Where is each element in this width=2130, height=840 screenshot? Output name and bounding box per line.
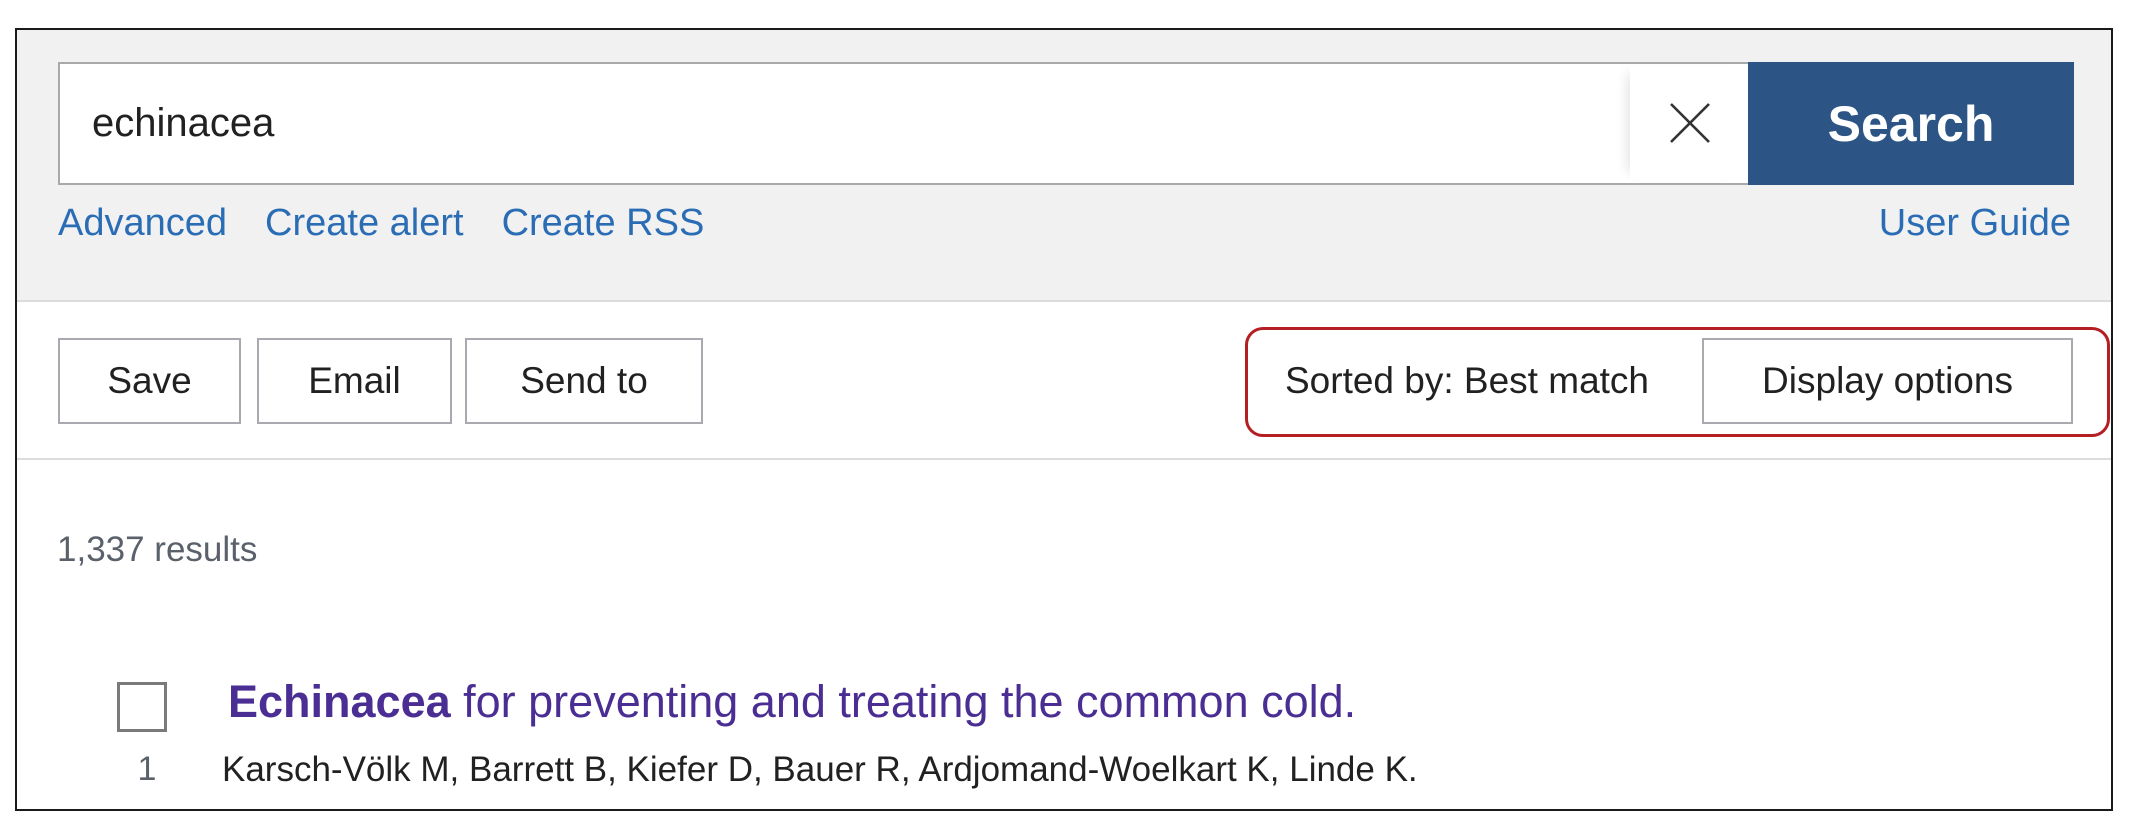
save-button[interactable]: Save (58, 338, 241, 424)
result-checkbox[interactable] (117, 682, 167, 732)
create-alert-link[interactable]: Create alert (265, 202, 464, 245)
result-title-highlight: Echinacea (228, 676, 451, 727)
search-results-page: Search Advanced Create alert Create RSS … (15, 28, 2113, 811)
send-to-button[interactable]: Send to (465, 338, 703, 424)
result-title-link[interactable]: Echinacea for preventing and treating th… (228, 676, 1356, 728)
close-icon (1670, 103, 1710, 143)
clear-search-button[interactable] (1630, 66, 1750, 180)
results-count: 1,337 results (57, 530, 258, 569)
search-box (58, 62, 1750, 185)
display-options-button[interactable]: Display options (1702, 338, 2073, 424)
result-title-text: for preventing and treating the common c… (450, 676, 1357, 727)
result-index: 1 (137, 750, 157, 788)
sort-order-label: Sorted by: Best match (1285, 360, 1650, 401)
user-guide-link[interactable]: User Guide (1879, 198, 2071, 248)
results-toolbar: Save Email Send to Sorted by: Best match… (17, 302, 2111, 460)
search-input[interactable] (60, 64, 1620, 183)
result-item: 1 Echinacea for preventing and treating … (17, 670, 2111, 809)
search-links: Advanced Create alert Create RSS (58, 198, 742, 248)
result-authors: Karsch-Völk M, Barrett B, Kiefer D, Baue… (222, 750, 1418, 789)
search-header: Search Advanced Create alert Create RSS … (17, 30, 2111, 302)
search-button[interactable]: Search (1748, 62, 2074, 185)
email-button[interactable]: Email (257, 338, 452, 424)
advanced-search-link[interactable]: Advanced (58, 202, 227, 245)
create-rss-link[interactable]: Create RSS (502, 202, 705, 245)
